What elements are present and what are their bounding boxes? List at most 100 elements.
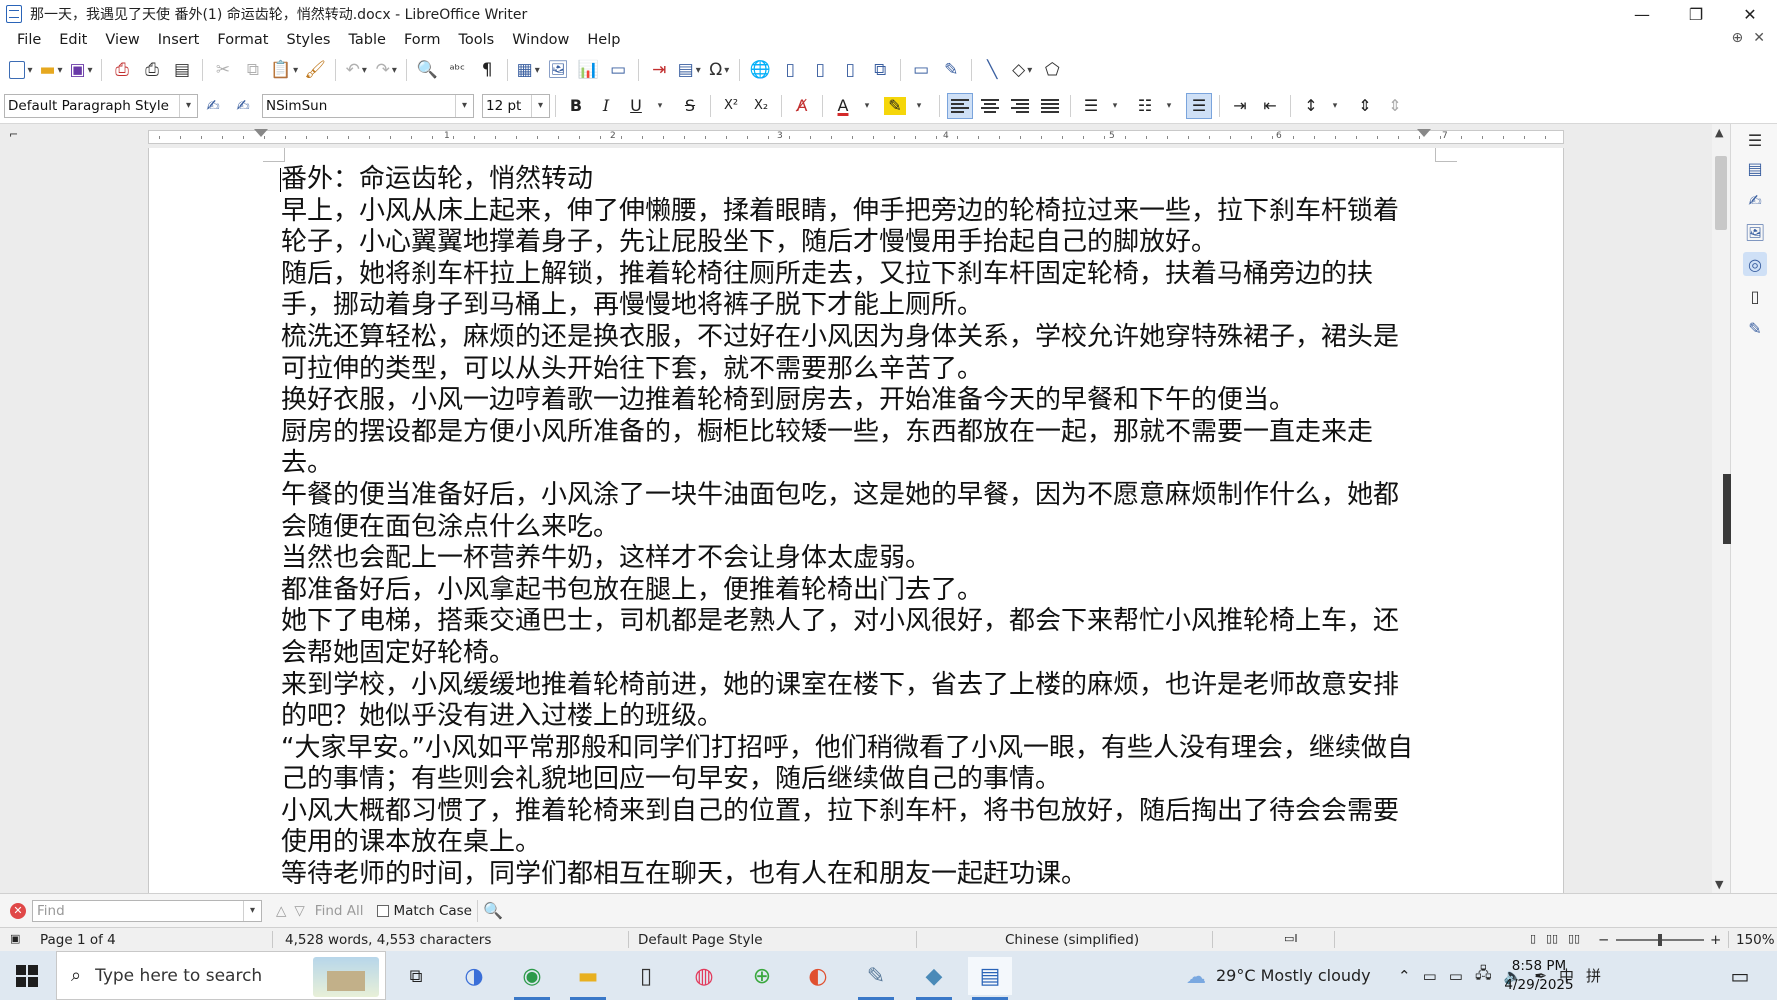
menu-styles[interactable]: Styles bbox=[277, 29, 339, 51]
close-button[interactable]: ✕ bbox=[1723, 0, 1777, 28]
decrease-paragraph-spacing-icon[interactable]: ⇕ bbox=[1382, 93, 1408, 119]
paste-icon[interactable]: 📋 bbox=[270, 56, 298, 84]
weather-widget[interactable]: ☁ 29°C Mostly cloudy bbox=[1186, 951, 1371, 1000]
undo-icon[interactable]: ↶ bbox=[343, 56, 369, 84]
scrollbar-thumb[interactable] bbox=[1715, 156, 1727, 230]
chevron-down-icon[interactable]: ▾ bbox=[531, 94, 549, 117]
subscript-button[interactable]: X₂ bbox=[748, 93, 774, 119]
gallery-icon[interactable]: 🖼 bbox=[1743, 220, 1767, 244]
page[interactable]: 番外：命运齿轮，悄然转动 早上，小风从床上起来，伸了伸懒腰，揉着眼睛，伸手把旁边… bbox=[148, 148, 1564, 893]
font-color-dropdown-icon[interactable]: ▾ bbox=[854, 93, 880, 119]
menu-help[interactable]: Help bbox=[578, 29, 629, 51]
book-view-icon[interactable]: ▯▯ bbox=[1568, 932, 1580, 945]
highlight-dropdown-icon[interactable]: ▾ bbox=[906, 93, 932, 119]
app-multicolor-icon[interactable]: ◐ bbox=[796, 957, 840, 995]
hyperlink-icon[interactable]: 🌐 bbox=[747, 56, 773, 84]
comment-icon[interactable]: ▭ bbox=[908, 56, 934, 84]
document-area[interactable]: 番外：命运齿轮，悄然转动 早上，小风从床上起来，伸了伸懒腰，揉着眼睛，伸手把旁边… bbox=[0, 148, 1712, 893]
navigator-icon[interactable]: ◎ bbox=[1743, 252, 1767, 276]
chevron-up-icon[interactable]: ⌃ bbox=[1398, 967, 1411, 985]
export-pdf-icon[interactable]: ⎙ bbox=[109, 56, 135, 84]
line-spacing-dropdown-icon[interactable]: ▾ bbox=[1322, 93, 1348, 119]
redo-icon[interactable]: ↷ bbox=[373, 56, 399, 84]
decrease-indent-icon[interactable]: ⇤ bbox=[1257, 93, 1283, 119]
menu-insert[interactable]: Insert bbox=[149, 29, 209, 51]
draw-functions-icon[interactable]: ⬠ bbox=[1039, 56, 1065, 84]
scroll-down-icon[interactable]: ▼ bbox=[1715, 878, 1723, 891]
page-count[interactable]: Page 1 of 4 bbox=[40, 932, 116, 948]
font-color-icon[interactable]: A bbox=[830, 93, 856, 119]
update-style-icon[interactable]: ✍ bbox=[200, 93, 226, 119]
menu-table[interactable]: Table bbox=[339, 29, 395, 51]
app-blue-icon[interactable]: ◆ bbox=[912, 957, 956, 1000]
single-page-view-icon[interactable]: ▯ bbox=[1530, 932, 1536, 945]
globe-icon[interactable]: ⊕ bbox=[1732, 30, 1744, 46]
copilot-icon[interactable]: ◑ bbox=[452, 957, 496, 995]
sidebar-collapse-handle[interactable] bbox=[1723, 474, 1731, 544]
endnote-icon[interactable]: ▯ bbox=[807, 56, 833, 84]
clone-formatting-icon[interactable]: 🖌 bbox=[302, 56, 328, 84]
menu-file[interactable]: File bbox=[8, 29, 50, 51]
taskbar-search[interactable]: ⌕ Type here to search bbox=[56, 951, 386, 1000]
zoom-out-icon[interactable]: − bbox=[1598, 932, 1609, 948]
page-style[interactable]: Default Page Style bbox=[638, 932, 763, 948]
print-preview-icon[interactable]: ▤ bbox=[169, 56, 195, 84]
cut-icon[interactable]: ✂ bbox=[210, 56, 236, 84]
ime-mode[interactable]: 拼 bbox=[1586, 965, 1601, 986]
insert-chart-icon[interactable]: 📊 bbox=[575, 56, 601, 84]
new-icon[interactable] bbox=[8, 56, 34, 84]
insert-textbox-icon[interactable]: ▭ bbox=[605, 56, 631, 84]
zoom-slider-knob[interactable] bbox=[1658, 934, 1662, 946]
spelling-icon[interactable]: ᵃᵇᶜ bbox=[444, 56, 470, 84]
app-paint-icon[interactable]: ✎ bbox=[854, 957, 898, 1000]
selection-mode-icon[interactable]: ▭I bbox=[1284, 932, 1298, 945]
restore-button[interactable]: ❐ bbox=[1669, 0, 1723, 28]
chevron-down-icon[interactable]: ▾ bbox=[243, 900, 261, 921]
special-character-icon[interactable]: Ω bbox=[706, 56, 732, 84]
notepad-icon[interactable]: ▯ bbox=[624, 957, 668, 995]
underline-dropdown-icon[interactable]: ▾ bbox=[647, 93, 673, 119]
utorrent-icon[interactable]: ⊕ bbox=[740, 957, 784, 995]
numbered-list-dropdown-icon[interactable]: ▾ bbox=[1156, 93, 1182, 119]
justify-button[interactable] bbox=[1037, 93, 1063, 119]
insert-field-icon[interactable]: ▤ bbox=[676, 56, 702, 84]
highlight-color-icon[interactable]: ✎ bbox=[884, 96, 906, 115]
menu-form[interactable]: Form bbox=[395, 29, 450, 51]
new-style-icon[interactable]: ✍ bbox=[230, 93, 256, 119]
clear-formatting-icon[interactable]: A̸ bbox=[789, 93, 815, 119]
left-indent-marker[interactable] bbox=[254, 129, 268, 137]
menu-window[interactable]: Window bbox=[503, 29, 578, 51]
shapes-icon[interactable]: ◇ bbox=[1009, 56, 1035, 84]
find-replace-icon[interactable]: 🔍 bbox=[483, 901, 503, 920]
tray-app-icon[interactable]: ▭ bbox=[1449, 967, 1463, 985]
bold-button[interactable]: B bbox=[563, 93, 589, 119]
insert-table-icon[interactable]: ▦ bbox=[515, 56, 541, 84]
network-icon[interactable]: 🖧 bbox=[1475, 963, 1492, 988]
find-next-icon[interactable]: ▽ bbox=[294, 903, 304, 919]
match-case-checkbox[interactable] bbox=[377, 904, 390, 917]
align-center-button[interactable] bbox=[977, 93, 1003, 119]
copy-icon[interactable]: ⧉ bbox=[240, 56, 266, 84]
find-all-button[interactable]: Find All bbox=[315, 903, 364, 919]
horizontal-ruler[interactable]: 1 2 3 4 5 6 7 bbox=[148, 129, 1564, 144]
chrome-icon[interactable]: ◉ bbox=[510, 957, 554, 1000]
bookmark-icon[interactable]: ▯ bbox=[837, 56, 863, 84]
paragraph-style-select[interactable]: Default Paragraph Style ▾ bbox=[4, 93, 198, 118]
properties-icon[interactable]: ▤ bbox=[1743, 156, 1767, 180]
zoom-level[interactable]: 150% bbox=[1736, 932, 1775, 948]
line-icon[interactable]: ╲ bbox=[979, 56, 1005, 84]
numbered-list-icon[interactable]: ☷ bbox=[1132, 93, 1158, 119]
chevron-down-icon[interactable]: ▾ bbox=[179, 94, 197, 117]
chevron-down-icon[interactable]: ▾ bbox=[455, 94, 473, 117]
find-replace-icon[interactable]: 🔍 bbox=[414, 56, 440, 84]
bullet-list-icon[interactable]: ☰ bbox=[1078, 93, 1104, 119]
footnote-icon[interactable]: ▯ bbox=[777, 56, 803, 84]
close-find-icon[interactable]: ✕ bbox=[10, 902, 26, 919]
file-explorer-icon[interactable]: ▬ bbox=[566, 957, 610, 1000]
superscript-button[interactable]: X² bbox=[718, 93, 744, 119]
increase-indent-icon[interactable]: ⇥ bbox=[1227, 93, 1253, 119]
app-red-icon[interactable]: ◍ bbox=[682, 957, 726, 995]
menu-tools[interactable]: Tools bbox=[450, 29, 504, 51]
tray-app-icon[interactable]: ▭ bbox=[1423, 967, 1437, 985]
windows-start-icon[interactable] bbox=[16, 965, 38, 987]
